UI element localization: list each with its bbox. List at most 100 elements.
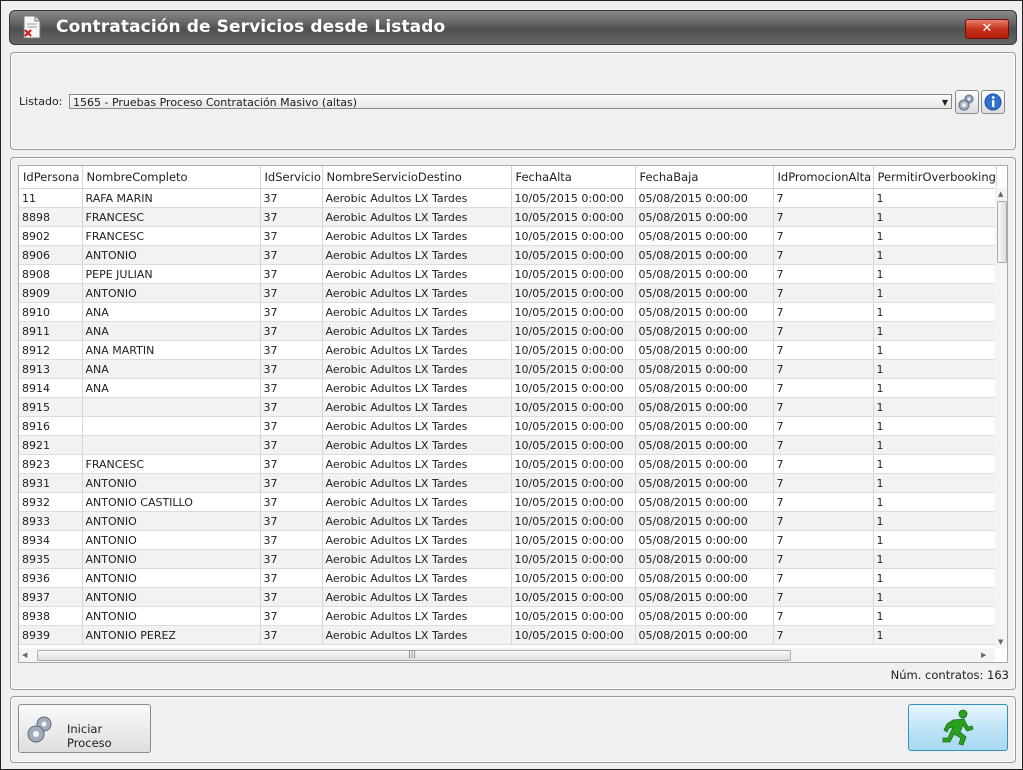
dropdown-arrow-icon[interactable]: ▼ xyxy=(942,95,948,110)
table-row[interactable]: 8902 FRANCESC 37 Aerobic Adultos LX Tardes 1… xyxy=(19,226,997,246)
table-cell: 05/08/2015 0:00:00 xyxy=(635,549,774,569)
table-cell: ANTONIO xyxy=(82,587,261,607)
column-header[interactable]: PermitirOverbooking xyxy=(873,166,997,189)
table-row[interactable]: 8912 ANA MARTIN 37 Aerobic Adultos LX Tarde… xyxy=(19,340,997,360)
table-row[interactable]: 8916 37 Aerobic Adultos LX Tardes 10/05/201… xyxy=(19,416,997,436)
vertical-scroll-thumb[interactable] xyxy=(997,201,1007,263)
table-cell: 37 xyxy=(260,397,323,417)
table-row[interactable]: 8931 ANTONIO 37 Aerobic Adultos LX Tardes 10… xyxy=(19,473,997,493)
table-cell: 8914 xyxy=(19,378,83,398)
table-cell: 10/05/2015 0:00:00 xyxy=(511,606,636,626)
listado-selected-value: 1565 - Pruebas Proceso Contratación Masi… xyxy=(73,96,358,109)
table-row[interactable]: 8933 ANTONIO 37 Aerobic Adultos LX Tardes 10… xyxy=(19,511,997,531)
column-header[interactable]: NombreCompleto xyxy=(82,166,261,189)
column-header[interactable]: FechaBaja xyxy=(635,166,774,189)
table-row[interactable]: 8923 FRANCESC 37 Aerobic Adultos LX Tardes 1… xyxy=(19,454,997,474)
table-cell: 37 xyxy=(260,435,323,455)
table-row[interactable]: 8915 37 Aerobic Adultos LX Tardes 10/05/201… xyxy=(19,397,997,417)
table-cell: ANA xyxy=(82,378,261,398)
table-row[interactable]: 8911 ANA 37 Aerobic Adultos LX Tardes 10/05/… xyxy=(19,321,997,341)
run-button[interactable] xyxy=(908,704,1008,751)
table-cell: Aerobic Adultos LX Tardes xyxy=(322,378,512,398)
listado-panel: Listado: 1565 - Pruebas Proceso Contrata… xyxy=(10,52,1016,150)
table-row[interactable]: 8932 ANTONIO CASTILLO 37 Aerobic Adultos LX… xyxy=(19,492,997,512)
contracts-table: IdPersona NombreCompleto IdServicio NombreS… xyxy=(19,166,997,645)
table-cell: 37 xyxy=(260,568,323,588)
table-cell: 7 xyxy=(773,625,874,645)
table-cell: 37 xyxy=(260,511,323,531)
table-cell: 37 xyxy=(260,321,323,341)
table-row[interactable]: 8938 ANTONIO 37 Aerobic Adultos LX Tardes 10… xyxy=(19,606,997,626)
table-cell: 1 xyxy=(873,340,997,360)
start-process-button[interactable]: Iniciar Proceso xyxy=(18,704,151,753)
table-cell: Aerobic Adultos LX Tardes xyxy=(322,549,512,569)
table-row[interactable]: 8913 ANA 37 Aerobic Adultos LX Tardes 10/05/… xyxy=(19,359,997,379)
table-cell: Aerobic Adultos LX Tardes xyxy=(322,397,512,417)
scroll-up-icon[interactable]: ▲ xyxy=(998,190,1003,198)
table-cell: 05/08/2015 0:00:00 xyxy=(635,359,774,379)
table-cell: 37 xyxy=(260,226,323,246)
table-cell: 37 xyxy=(260,587,323,607)
listado-combobox[interactable]: 1565 - Pruebas Proceso Contratación Masi… xyxy=(69,94,952,109)
table-cell: 37 xyxy=(260,454,323,474)
table-header-row: IdPersona NombreCompleto IdServicio NombreS… xyxy=(19,166,997,189)
column-header[interactable]: IdServicio xyxy=(260,166,323,189)
table-cell: Aerobic Adultos LX Tardes xyxy=(322,283,512,303)
table-cell: 37 xyxy=(260,625,323,645)
table-row[interactable]: 8914 ANA 37 Aerobic Adultos LX Tardes 10/05/… xyxy=(19,378,997,398)
close-button[interactable]: ✕ xyxy=(965,19,1009,39)
table-cell: 37 xyxy=(260,207,323,227)
table-row[interactable]: 8908 PEPE JULIAN 37 Aerobic Adultos LX Tard… xyxy=(19,264,997,284)
table-cell: 7 xyxy=(773,397,874,417)
info-button[interactable] xyxy=(981,90,1005,114)
table-cell: 37 xyxy=(260,549,323,569)
table-row[interactable]: 8910 ANA 37 Aerobic Adultos LX Tardes 10/05/… xyxy=(19,302,997,322)
table-cell: Aerobic Adultos LX Tardes xyxy=(322,530,512,550)
table-cell: 8910 xyxy=(19,302,83,322)
table-cell: 8935 xyxy=(19,549,83,569)
running-man-icon xyxy=(942,709,974,746)
table-cell: 7 xyxy=(773,587,874,607)
column-header[interactable]: FechaAlta xyxy=(511,166,636,189)
table-cell: 7 xyxy=(773,473,874,493)
table-row[interactable]: 8937 ANTONIO 37 Aerobic Adultos LX Tardes 10… xyxy=(19,587,997,607)
vertical-scrollbar[interactable]: ▲ ▼ xyxy=(995,188,1007,648)
table-cell: 10/05/2015 0:00:00 xyxy=(511,378,636,398)
table-cell xyxy=(82,435,261,455)
table-cell: 1 xyxy=(873,302,997,322)
scroll-down-icon[interactable]: ▼ xyxy=(998,638,1003,646)
scroll-right-icon[interactable]: ▶ xyxy=(981,651,986,659)
column-header[interactable]: IdPersona xyxy=(19,166,83,189)
column-header[interactable]: NombreServicioDestino xyxy=(322,166,512,189)
table-cell: 1 xyxy=(873,397,997,417)
table-row[interactable]: 8909 ANTONIO 37 Aerobic Adultos LX Tardes 10… xyxy=(19,283,997,303)
table-cell: 37 xyxy=(260,302,323,322)
table-cell: 8908 xyxy=(19,264,83,284)
table-cell: 37 xyxy=(260,340,323,360)
table-row[interactable]: 8936 ANTONIO 37 Aerobic Adultos LX Tardes 10… xyxy=(19,568,997,588)
data-grid[interactable]: IdPersona NombreCompleto IdServicio NombreS… xyxy=(18,165,1008,663)
table-cell: 1 xyxy=(873,606,997,626)
table-row[interactable]: 8898 FRANCESC 37 Aerobic Adultos LX Tardes 1… xyxy=(19,207,997,227)
table-row[interactable]: 8935 ANTONIO 37 Aerobic Adultos LX Tardes 10… xyxy=(19,549,997,569)
table-row[interactable]: 8906 ANTONIO 37 Aerobic Adultos LX Tardes 10… xyxy=(19,245,997,265)
settings-button[interactable] xyxy=(955,90,979,114)
table-cell: ANTONIO xyxy=(82,568,261,588)
table-cell: 05/08/2015 0:00:00 xyxy=(635,416,774,436)
table-row[interactable]: 8921 37 Aerobic Adultos LX Tardes 10/05/201… xyxy=(19,435,997,455)
table-cell: 7 xyxy=(773,530,874,550)
table-cell: 8931 xyxy=(19,473,83,493)
table-row[interactable]: 8934 ANTONIO 37 Aerobic Adultos LX Tardes 10… xyxy=(19,530,997,550)
table-row[interactable]: 11 RAFA MARIN 37 Aerobic Adultos LX Tardes 1… xyxy=(19,188,997,208)
table-cell: 8898 xyxy=(19,207,83,227)
horizontal-scroll-thumb[interactable]: ||| xyxy=(37,649,791,661)
column-header[interactable]: IdPromocionAlta xyxy=(773,166,874,189)
scroll-left-icon[interactable]: ◀ xyxy=(22,651,27,659)
table-row[interactable]: 8939 ANTONIO PEREZ 37 Aerobic Adultos LX Ta… xyxy=(19,625,997,645)
table-cell: 37 xyxy=(260,378,323,398)
table-cell: 05/08/2015 0:00:00 xyxy=(635,188,774,208)
table-cell: 1 xyxy=(873,245,997,265)
table-cell: Aerobic Adultos LX Tardes xyxy=(322,625,512,645)
horizontal-scrollbar[interactable]: ◀ ||| ▶ xyxy=(19,648,995,662)
scroll-grip: ||| xyxy=(408,649,417,658)
